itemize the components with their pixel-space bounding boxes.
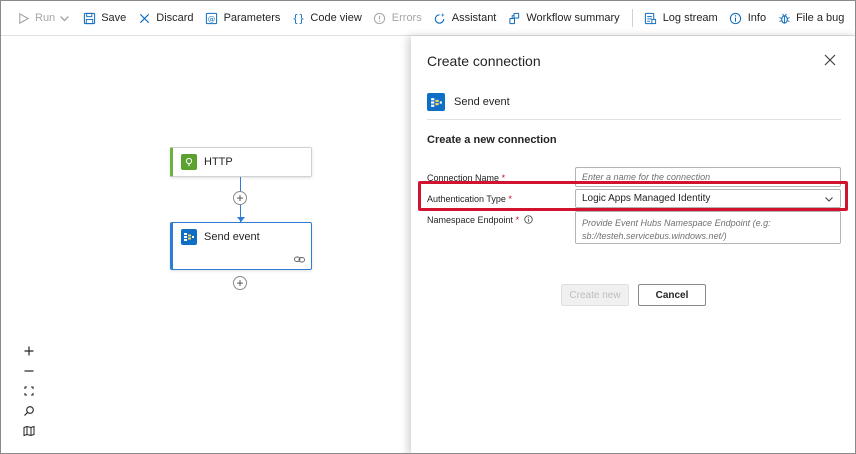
create-connection-panel: Create connection Send event Create a ne… [411, 36, 855, 453]
info-icon[interactable] [523, 215, 533, 224]
insert-step-plus-icon[interactable]: + [233, 191, 247, 205]
zoom-in-icon [24, 346, 34, 356]
required-marker: * [501, 173, 506, 183]
connection-name-placeholder: Enter a name for the connection [582, 172, 711, 182]
panel-divider [427, 119, 841, 120]
zoom-out-button[interactable] [18, 361, 40, 381]
connection-link-icon [294, 256, 305, 263]
save-label: Save [101, 12, 127, 24]
code-view-label: Code view [310, 12, 362, 24]
authentication-type-value: Logic Apps Managed Identity [582, 193, 711, 204]
event-hubs-icon [181, 229, 197, 245]
chevron-down-icon [60, 15, 70, 21]
errors-label: Errors [391, 12, 422, 24]
send-event-node-label: Send event [204, 231, 260, 243]
connection-name-input[interactable]: Enter a name for the connection [575, 167, 841, 187]
parameters-label: Parameters [223, 12, 281, 24]
required-marker: * [508, 194, 512, 204]
panel-action-name: Send event [454, 96, 510, 108]
error-circle-icon [373, 11, 387, 25]
http-trigger-card[interactable]: HTTP [170, 147, 312, 177]
discard-button[interactable]: Discard [132, 6, 199, 30]
bug-icon [777, 11, 791, 25]
parameters-icon: @ [205, 11, 219, 25]
connection-name-label-text: Connection Name [427, 173, 500, 183]
svg-text:{}: {} [292, 14, 304, 25]
designer-canvas[interactable]: HTTP + Send event + [1, 36, 411, 453]
log-stream-icon [644, 11, 658, 25]
namespace-endpoint-label: Namespace Endpoint * [427, 215, 533, 225]
send-event-card[interactable]: Send event [170, 222, 312, 270]
section-title: Create a new connection [427, 134, 557, 146]
cancel-button[interactable]: Cancel [638, 284, 706, 306]
save-button[interactable]: Save [77, 6, 132, 30]
log-stream-button[interactable]: Log stream [639, 6, 724, 30]
namespace-endpoint-placeholder-line1: Provide Event Hubs Namespace Endpoint (e… [582, 218, 771, 228]
panel-title: Create connection [427, 53, 541, 69]
code-braces-icon: {} [291, 11, 305, 25]
add-step-plus-icon[interactable]: + [233, 276, 247, 290]
discard-x-icon [137, 11, 151, 25]
http-trigger-icon [181, 154, 197, 170]
event-hubs-icon [427, 93, 445, 111]
workflow-summary-label: Workflow summary [526, 12, 620, 24]
authentication-type-dropdown[interactable]: Logic Apps Managed Identity [575, 189, 841, 208]
run-label: Run [35, 12, 56, 24]
workflow-summary-icon [507, 11, 521, 25]
run-button[interactable]: Run [11, 6, 77, 30]
close-icon[interactable] [823, 53, 837, 67]
svg-text:@: @ [208, 14, 215, 23]
authentication-type-label-text: Authentication Type [427, 194, 506, 204]
http-node-label: HTTP [204, 156, 233, 168]
panel-action-header: Send event [427, 93, 510, 111]
namespace-endpoint-placeholder-line2: sb://testeh.servicebus.windows.net/) [582, 231, 727, 241]
workflow-summary-button[interactable]: Workflow summary [502, 6, 625, 30]
chevron-down-icon [825, 196, 833, 202]
log-stream-label: Log stream [662, 12, 718, 24]
authentication-type-label: Authentication Type * [427, 194, 512, 204]
discard-label: Discard [156, 12, 194, 24]
designer-window: Run Save Discard @ Parameters {} Code vi… [0, 0, 856, 454]
connection-name-label: Connection Name * [427, 173, 505, 183]
code-view-button[interactable]: {} Code view [286, 6, 367, 30]
minimap-button[interactable] [18, 421, 40, 441]
file-a-bug-button[interactable]: File a bug [772, 6, 850, 30]
namespace-endpoint-label-text: Namespace Endpoint [427, 215, 514, 225]
info-icon [729, 11, 743, 25]
designer-toolbar: Run Save Discard @ Parameters {} Code vi… [1, 1, 855, 36]
assistant-sparkle-icon [433, 11, 447, 25]
zoom-out-icon [24, 370, 34, 372]
search-icon [24, 406, 34, 416]
assistant-button[interactable]: Assistant [428, 6, 503, 30]
assistant-label: Assistant [451, 12, 497, 24]
info-label: Info [747, 12, 767, 24]
namespace-endpoint-input[interactable]: Provide Event Hubs Namespace Endpoint (e… [575, 211, 841, 244]
errors-button[interactable]: Errors [368, 6, 428, 30]
canvas-controls [18, 341, 40, 441]
file-a-bug-label: File a bug [796, 12, 845, 24]
save-icon [82, 11, 96, 25]
zoom-in-button[interactable] [18, 341, 40, 361]
info-button[interactable]: Info [724, 6, 772, 30]
map-icon [23, 425, 35, 437]
fit-view-button[interactable] [18, 381, 40, 401]
create-new-button[interactable]: Create new [561, 284, 629, 306]
search-button[interactable] [18, 401, 40, 421]
required-marker: * [515, 215, 520, 225]
play-icon [16, 11, 30, 25]
toolbar-divider [631, 9, 633, 27]
fit-view-icon [24, 386, 34, 396]
parameters-button[interactable]: @ Parameters [200, 6, 287, 30]
